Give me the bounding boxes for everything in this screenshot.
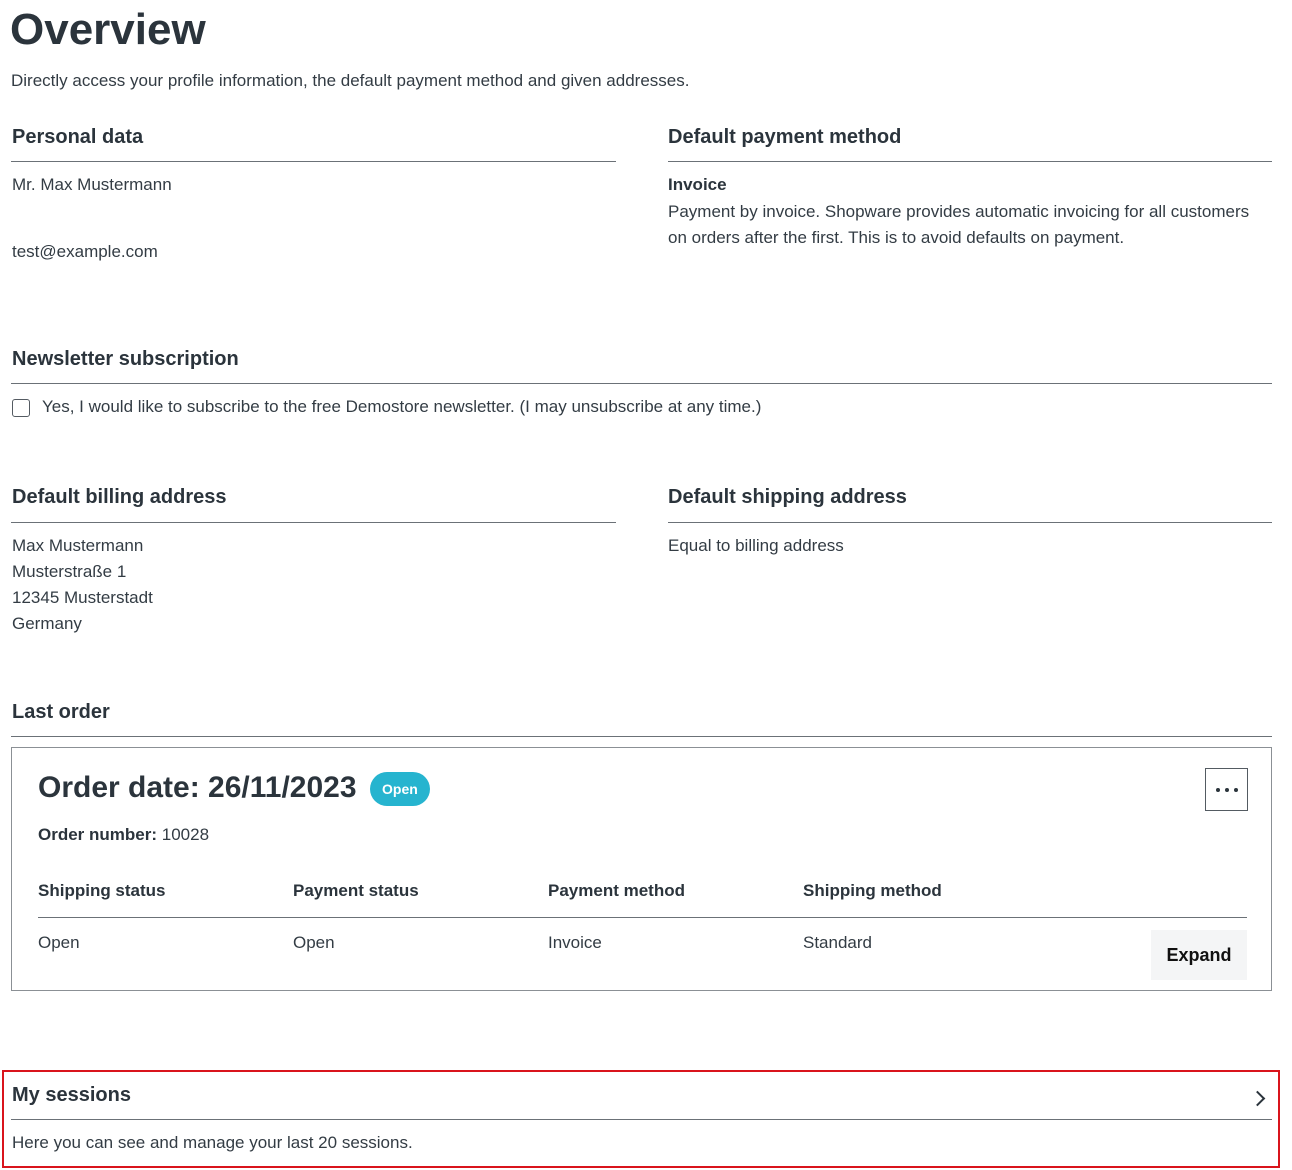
personal-data-title: Personal data [12, 126, 144, 148]
shipping-address-title: Default shipping address [668, 486, 907, 508]
newsletter-checkbox[interactable] [12, 399, 30, 417]
order-card: Order date: 26/11/2023 Open Order number… [11, 747, 1272, 991]
newsletter-divider [11, 383, 1272, 384]
sessions-divider [11, 1119, 1272, 1120]
personal-email: test@example.com [12, 242, 158, 261]
order-number-label: Order number: [38, 825, 158, 844]
shipping-address-divider [668, 522, 1272, 523]
last-order-title: Last order [12, 701, 110, 723]
personal-data-divider [11, 161, 616, 162]
order-col-value-shipping-status: Open [38, 933, 80, 952]
billing-address-line: 12345 Musterstadt [12, 588, 153, 607]
billing-address-line: Max Mustermann [12, 536, 144, 555]
order-col-header-payment-method: Payment method [548, 881, 685, 900]
order-expand-button[interactable]: Expand [1151, 930, 1247, 980]
billing-address-line: Germany [12, 614, 82, 633]
order-col-header-payment-status: Payment status [293, 881, 419, 900]
more-dots-icon [1213, 787, 1240, 792]
sessions-title[interactable]: My sessions [12, 1082, 131, 1108]
payment-method-description-line2: on orders after the first. This is to av… [668, 228, 1125, 247]
order-table-divider [38, 917, 1247, 918]
payment-method-name: Invoice [668, 175, 727, 194]
billing-address-line: Musterstraße 1 [12, 562, 127, 581]
order-col-value-shipping-method: Standard [803, 933, 872, 952]
order-status-badge: Open [370, 772, 430, 806]
shipping-address-text: Equal to billing address [668, 536, 844, 555]
billing-address-divider [11, 522, 616, 523]
chevron-right-icon[interactable] [1249, 1090, 1266, 1107]
newsletter-title: Newsletter subscription [12, 348, 239, 370]
order-actions-button[interactable] [1205, 768, 1248, 811]
page-title: Overview [10, 5, 206, 54]
sessions-description: Here you can see and manage your last 20… [12, 1133, 413, 1152]
order-col-header-shipping-status: Shipping status [38, 881, 166, 900]
newsletter-checkbox-label[interactable]: Yes, I would like to subscribe to the fr… [42, 394, 761, 420]
payment-method-title: Default payment method [668, 126, 902, 148]
last-order-divider [11, 736, 1272, 737]
order-number-row: Order number: 10028 [38, 822, 209, 848]
order-date: Order date: 26/11/2023 [38, 771, 357, 804]
payment-method-description-line1: Payment by invoice. Shopware provides au… [668, 202, 1250, 221]
personal-name: Mr. Max Mustermann [12, 175, 172, 194]
order-col-header-shipping-method: Shipping method [803, 881, 942, 900]
order-number-value: 10028 [161, 825, 210, 844]
payment-method-divider [668, 161, 1272, 162]
billing-address-title: Default billing address [12, 486, 227, 508]
order-col-value-payment-method: Invoice [548, 933, 602, 952]
page-lead: Directly access your profile information… [11, 71, 690, 90]
order-col-value-payment-status: Open [293, 933, 335, 952]
